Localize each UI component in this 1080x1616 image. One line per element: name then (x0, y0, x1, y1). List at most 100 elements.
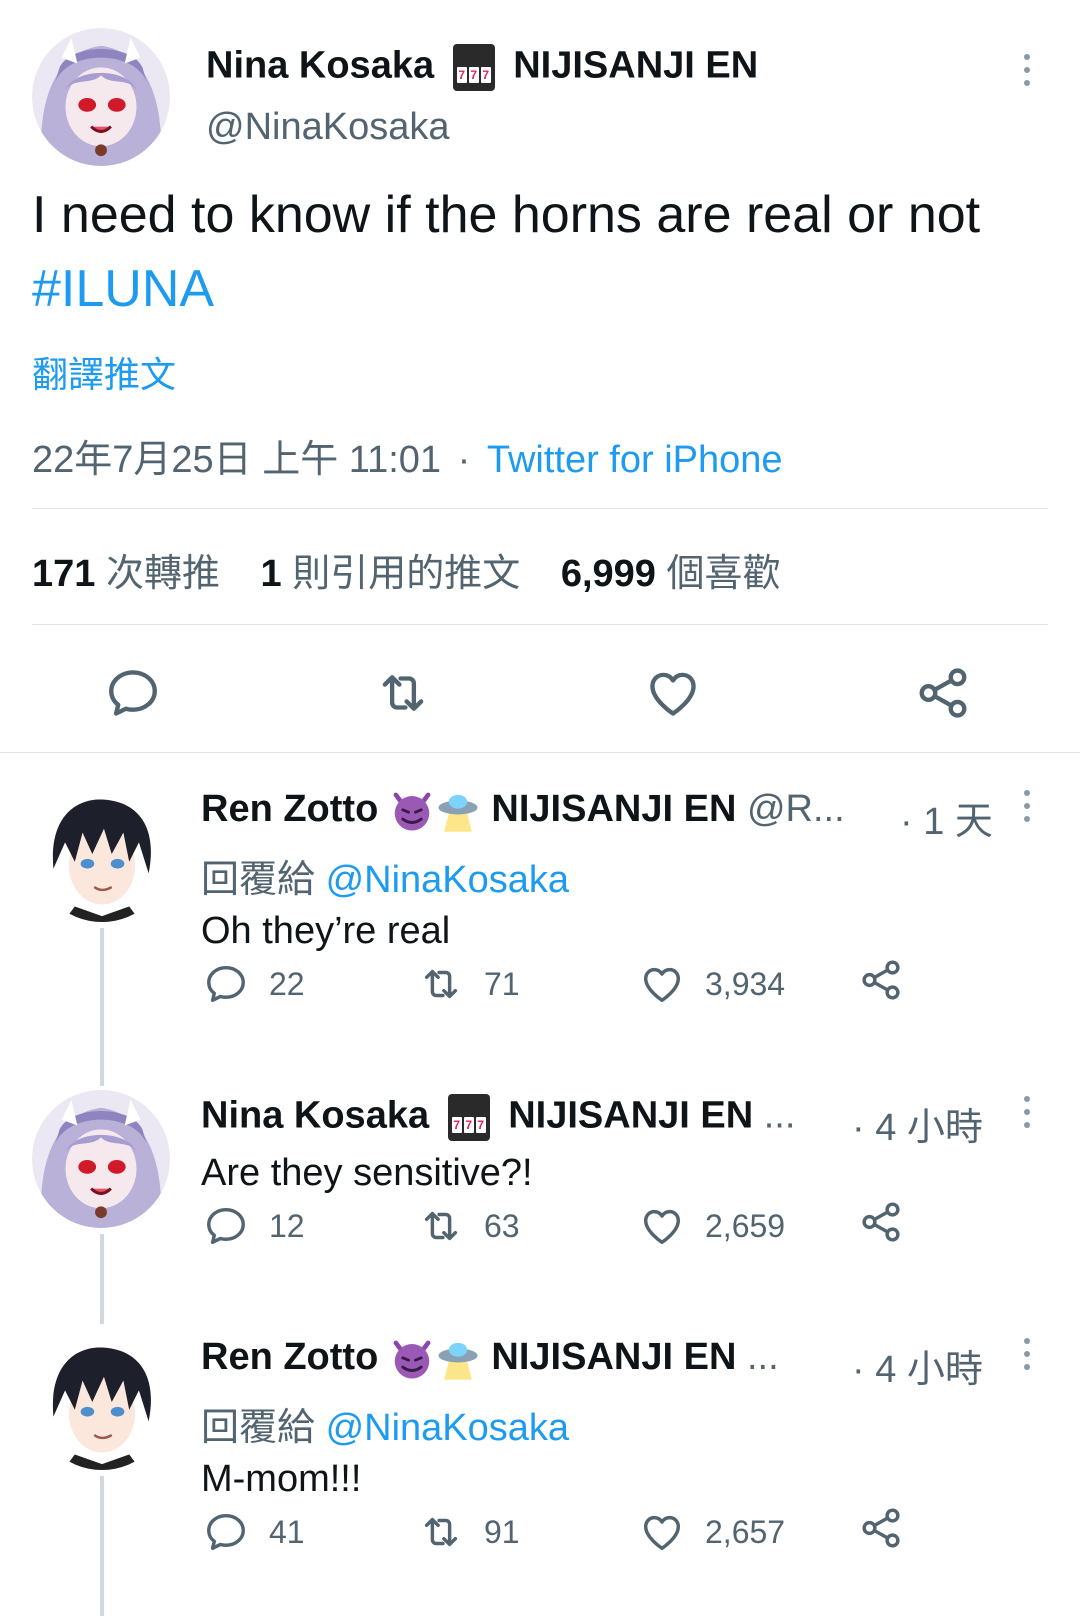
author-handle[interactable]: @NinaKosaka (206, 106, 449, 149)
share-icon (858, 1505, 904, 1551)
like-button[interactable]: 3,934 (639, 961, 785, 1007)
retweets-count: 171 (32, 553, 96, 595)
tweet-text: I need to know if the horns are real or … (32, 178, 1052, 326)
like-count: 3,934 (705, 965, 786, 1002)
meta-separator: · (457, 439, 471, 481)
share-button[interactable] (858, 1199, 904, 1253)
reply-button[interactable]: 22 (203, 961, 305, 1007)
thread-line (100, 1234, 104, 1324)
tweet-meta: 22年7月25日 上午 11:01 · Twitter for iPhone (32, 428, 783, 483)
thread-line (100, 928, 104, 1086)
reply-time[interactable]: · 4 小時 (852, 1096, 983, 1151)
retweet-button[interactable]: 63 (418, 1203, 520, 1249)
reply-text: M-mom!!! (201, 1458, 362, 1500)
share-icon (858, 957, 904, 1003)
author-avatar[interactable] (32, 28, 170, 166)
more-options-icon[interactable] (1024, 1096, 1030, 1128)
reply-time[interactable]: · 1 天 (900, 790, 993, 845)
like-icon (639, 961, 685, 1007)
devil-emoji-icon (389, 788, 435, 834)
nina-avatar-icon (32, 1090, 170, 1228)
like-icon (639, 1203, 685, 1249)
ufo-emoji-icon (435, 1336, 481, 1382)
quotes-stat[interactable]: 1 則引用的推文 (261, 553, 521, 595)
reply-avatar[interactable] (34, 786, 170, 922)
reply-display-name: Nina Kosaka (201, 1094, 430, 1137)
retweet-count: 91 (484, 1513, 520, 1550)
divider (32, 508, 1048, 509)
divider (0, 752, 1080, 753)
tweet-stats: 171 次轉推 1 則引用的推文 6,999 個喜歡 (32, 542, 781, 597)
tweet-source-link[interactable]: Twitter for iPhone (487, 439, 783, 481)
reply-button[interactable]: 12 (203, 1203, 305, 1249)
slot-machine-icon: 777 (452, 44, 495, 91)
more-options-icon[interactable] (1024, 1338, 1030, 1370)
more-options-icon[interactable] (1024, 54, 1030, 86)
share-button[interactable] (858, 1505, 904, 1559)
ufo-emoji-icon (435, 788, 481, 834)
reply-text: Oh they’re real (201, 910, 451, 952)
retweets-stat[interactable]: 171 次轉推 (32, 553, 220, 595)
hashtag-link[interactable]: #ILUNA (32, 260, 214, 318)
reply-header[interactable]: Ren Zotto NIJISANJI EN ... (201, 1336, 779, 1382)
retweet-count: 63 (484, 1207, 520, 1244)
ren-avatar-icon (34, 786, 170, 922)
like-button[interactable]: 2,657 (639, 1509, 785, 1555)
reply-icon (203, 961, 249, 1007)
reply-display-name: Ren Zotto (201, 788, 379, 831)
more-options-icon[interactable] (1024, 790, 1030, 822)
reply-icon (203, 1203, 249, 1249)
likes-stat[interactable]: 6,999 個喜歡 (561, 553, 781, 595)
reply-handle: ... (746, 1336, 779, 1379)
like-icon[interactable] (644, 664, 702, 722)
reply-avatar[interactable] (34, 1334, 170, 1470)
tweet-timestamp[interactable]: 22年7月25日 上午 11:01 (32, 439, 441, 481)
author-name-row[interactable]: Nina Kosaka 777 NIJISANJI EN (206, 44, 758, 91)
share-icon (858, 1199, 904, 1245)
reply-avatar[interactable] (32, 1090, 170, 1228)
reply-icon[interactable] (104, 664, 162, 722)
mention-link[interactable]: @NinaKosaka (326, 1407, 569, 1449)
author-org: NIJISANJI EN (513, 44, 759, 87)
tweet-text-body: I need to know if the horns are real or … (32, 186, 981, 244)
retweet-icon (418, 961, 464, 1007)
reply-org: NIJISANJI EN (491, 788, 737, 831)
share-icon[interactable] (914, 664, 972, 722)
share-button[interactable] (858, 957, 904, 1011)
reply-org: NIJISANJI EN (491, 1336, 737, 1379)
quotes-count: 1 (260, 553, 282, 595)
like-icon (639, 1509, 685, 1555)
thread-line (100, 1476, 104, 1616)
retweet-count: 71 (484, 965, 520, 1002)
reply-count: 22 (269, 965, 305, 1002)
slot-machine-icon: 777 (447, 1094, 490, 1141)
retweet-icon (418, 1509, 464, 1555)
reply-icon (203, 1509, 249, 1555)
reply-time[interactable]: · 4 小時 (852, 1338, 983, 1393)
retweet-button[interactable]: 91 (418, 1509, 520, 1555)
retweet-icon[interactable] (374, 664, 432, 722)
translate-link[interactable]: 翻譯推文 (32, 346, 176, 398)
retweet-icon (418, 1203, 464, 1249)
mention-link[interactable]: @NinaKosaka (326, 859, 569, 901)
like-button[interactable]: 2,659 (639, 1203, 785, 1249)
reply-header[interactable]: Ren Zotto NIJISANJI EN @R... (201, 788, 845, 834)
quotes-label: 則引用的推文 (292, 553, 521, 595)
nina-avatar-icon (32, 28, 170, 166)
reply-header[interactable]: Nina Kosaka 777 NIJISANJI EN ... (201, 1094, 795, 1141)
retweets-label: 次轉推 (105, 553, 220, 595)
reply-org: NIJISANJI EN (508, 1094, 754, 1137)
reply-handle: @R... (746, 788, 845, 831)
like-count: 2,659 (705, 1207, 786, 1244)
reply-handle: ... (763, 1094, 796, 1137)
retweet-button[interactable]: 71 (418, 961, 520, 1007)
reply-prefix: 回覆給 (201, 859, 316, 901)
reply-count: 12 (269, 1207, 305, 1244)
reply-display-name: Ren Zotto (201, 1336, 379, 1379)
author-display-name: Nina Kosaka (206, 44, 435, 87)
replying-to: 回覆給 @NinaKosaka (201, 1396, 569, 1451)
reply-button[interactable]: 41 (203, 1509, 305, 1555)
devil-emoji-icon (389, 1336, 435, 1382)
reply-text: Are they sensitive?! (201, 1152, 533, 1194)
likes-count: 6,999 (560, 553, 656, 595)
